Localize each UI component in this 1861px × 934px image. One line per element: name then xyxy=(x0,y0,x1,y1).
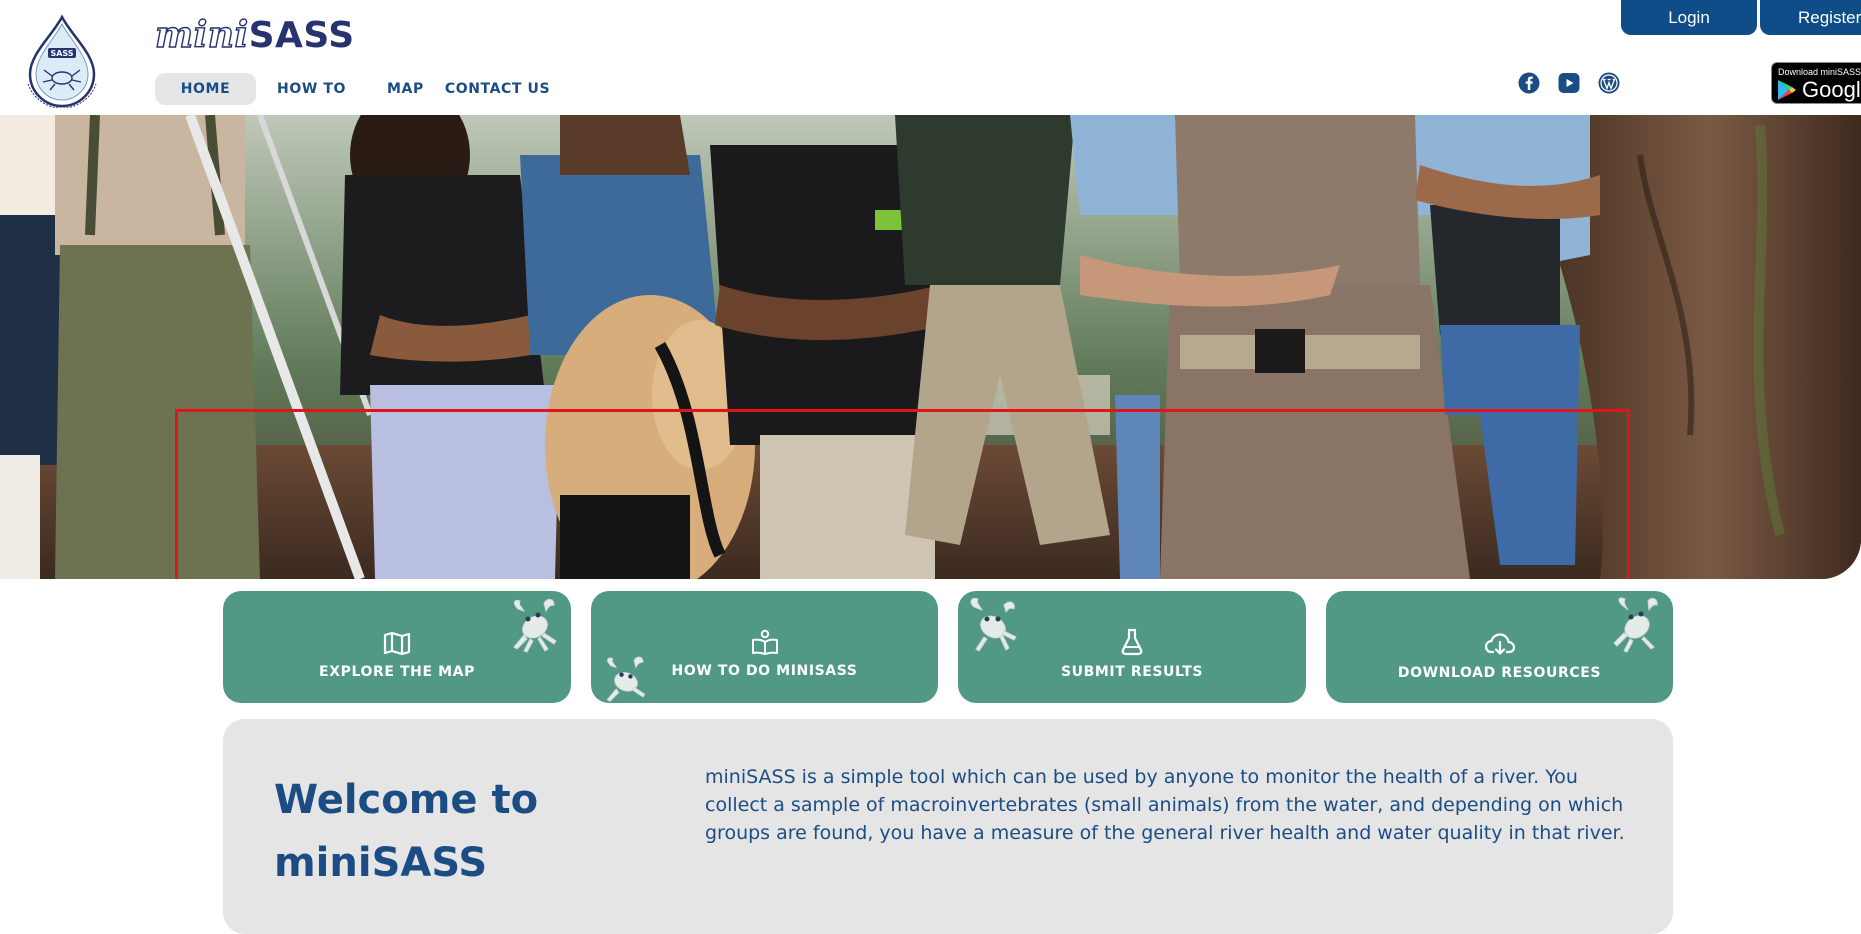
how-to-do-minisass-label: HOW TO DO MINISASS xyxy=(671,663,858,679)
google-play-icon xyxy=(1778,80,1796,100)
nav-home[interactable]: HOME xyxy=(155,73,256,105)
nav-map[interactable]: MAP xyxy=(387,73,424,105)
wordpress-icon[interactable] xyxy=(1598,72,1620,94)
submit-results-label: SUBMIT RESULTS xyxy=(1060,664,1204,680)
hero-banner xyxy=(0,115,1861,579)
brand-wordmark[interactable]: miniSASS xyxy=(154,13,355,56)
cloud-download-icon xyxy=(1484,633,1515,655)
brand-mini: mini xyxy=(154,13,249,56)
crab-icon xyxy=(970,598,1017,652)
hero-photo xyxy=(0,115,1861,579)
badge-big-text: Google Play xyxy=(1802,77,1861,102)
minisass-logo-icon[interactable]: SASS xyxy=(22,14,102,108)
login-button[interactable]: Login xyxy=(1621,0,1757,35)
welcome-title: Welcome to miniSASS xyxy=(274,777,539,886)
svg-text:SASS: SASS xyxy=(50,49,73,58)
how-to-do-minisass-card[interactable]: HOW TO DO MINISASS xyxy=(591,591,938,703)
explore-map-card[interactable]: EXPLORE THE MAP xyxy=(223,591,571,703)
open-map-icon xyxy=(383,631,411,655)
crab-icon xyxy=(1613,597,1658,653)
crab-icon xyxy=(513,598,557,653)
badge-small-text: Download miniSASS xyxy=(1778,67,1861,77)
youtube-icon[interactable] xyxy=(1558,72,1580,94)
welcome-description: miniSASS is a simple tool which can be u… xyxy=(705,766,1625,844)
brand-sass: SASS xyxy=(248,15,355,56)
nav-how-to[interactable]: HOW TO xyxy=(277,73,346,105)
facebook-icon[interactable] xyxy=(1518,72,1540,94)
welcome-panel: Welcome to miniSASS miniSASS is a simple… xyxy=(223,719,1673,934)
download-resources-label: DOWNLOAD RESOURCES xyxy=(1397,665,1602,681)
flask-icon xyxy=(1121,628,1143,656)
book-reader-icon xyxy=(751,629,778,655)
explore-map-label: EXPLORE THE MAP xyxy=(319,664,475,680)
google-play-badge[interactable]: Download miniSASS Google Play xyxy=(1771,62,1861,104)
register-button[interactable]: Register xyxy=(1760,0,1861,35)
site-header: SASS miniSASS HOME HOW TO MAP CONTACT US… xyxy=(0,0,1861,115)
submit-results-card[interactable]: SUBMIT RESULTS xyxy=(958,591,1306,703)
main-nav: HOME HOW TO MAP CONTACT US xyxy=(155,73,550,105)
download-resources-card[interactable]: DOWNLOAD RESOURCES xyxy=(1326,591,1673,703)
nav-contact-us[interactable]: CONTACT US xyxy=(445,73,550,105)
